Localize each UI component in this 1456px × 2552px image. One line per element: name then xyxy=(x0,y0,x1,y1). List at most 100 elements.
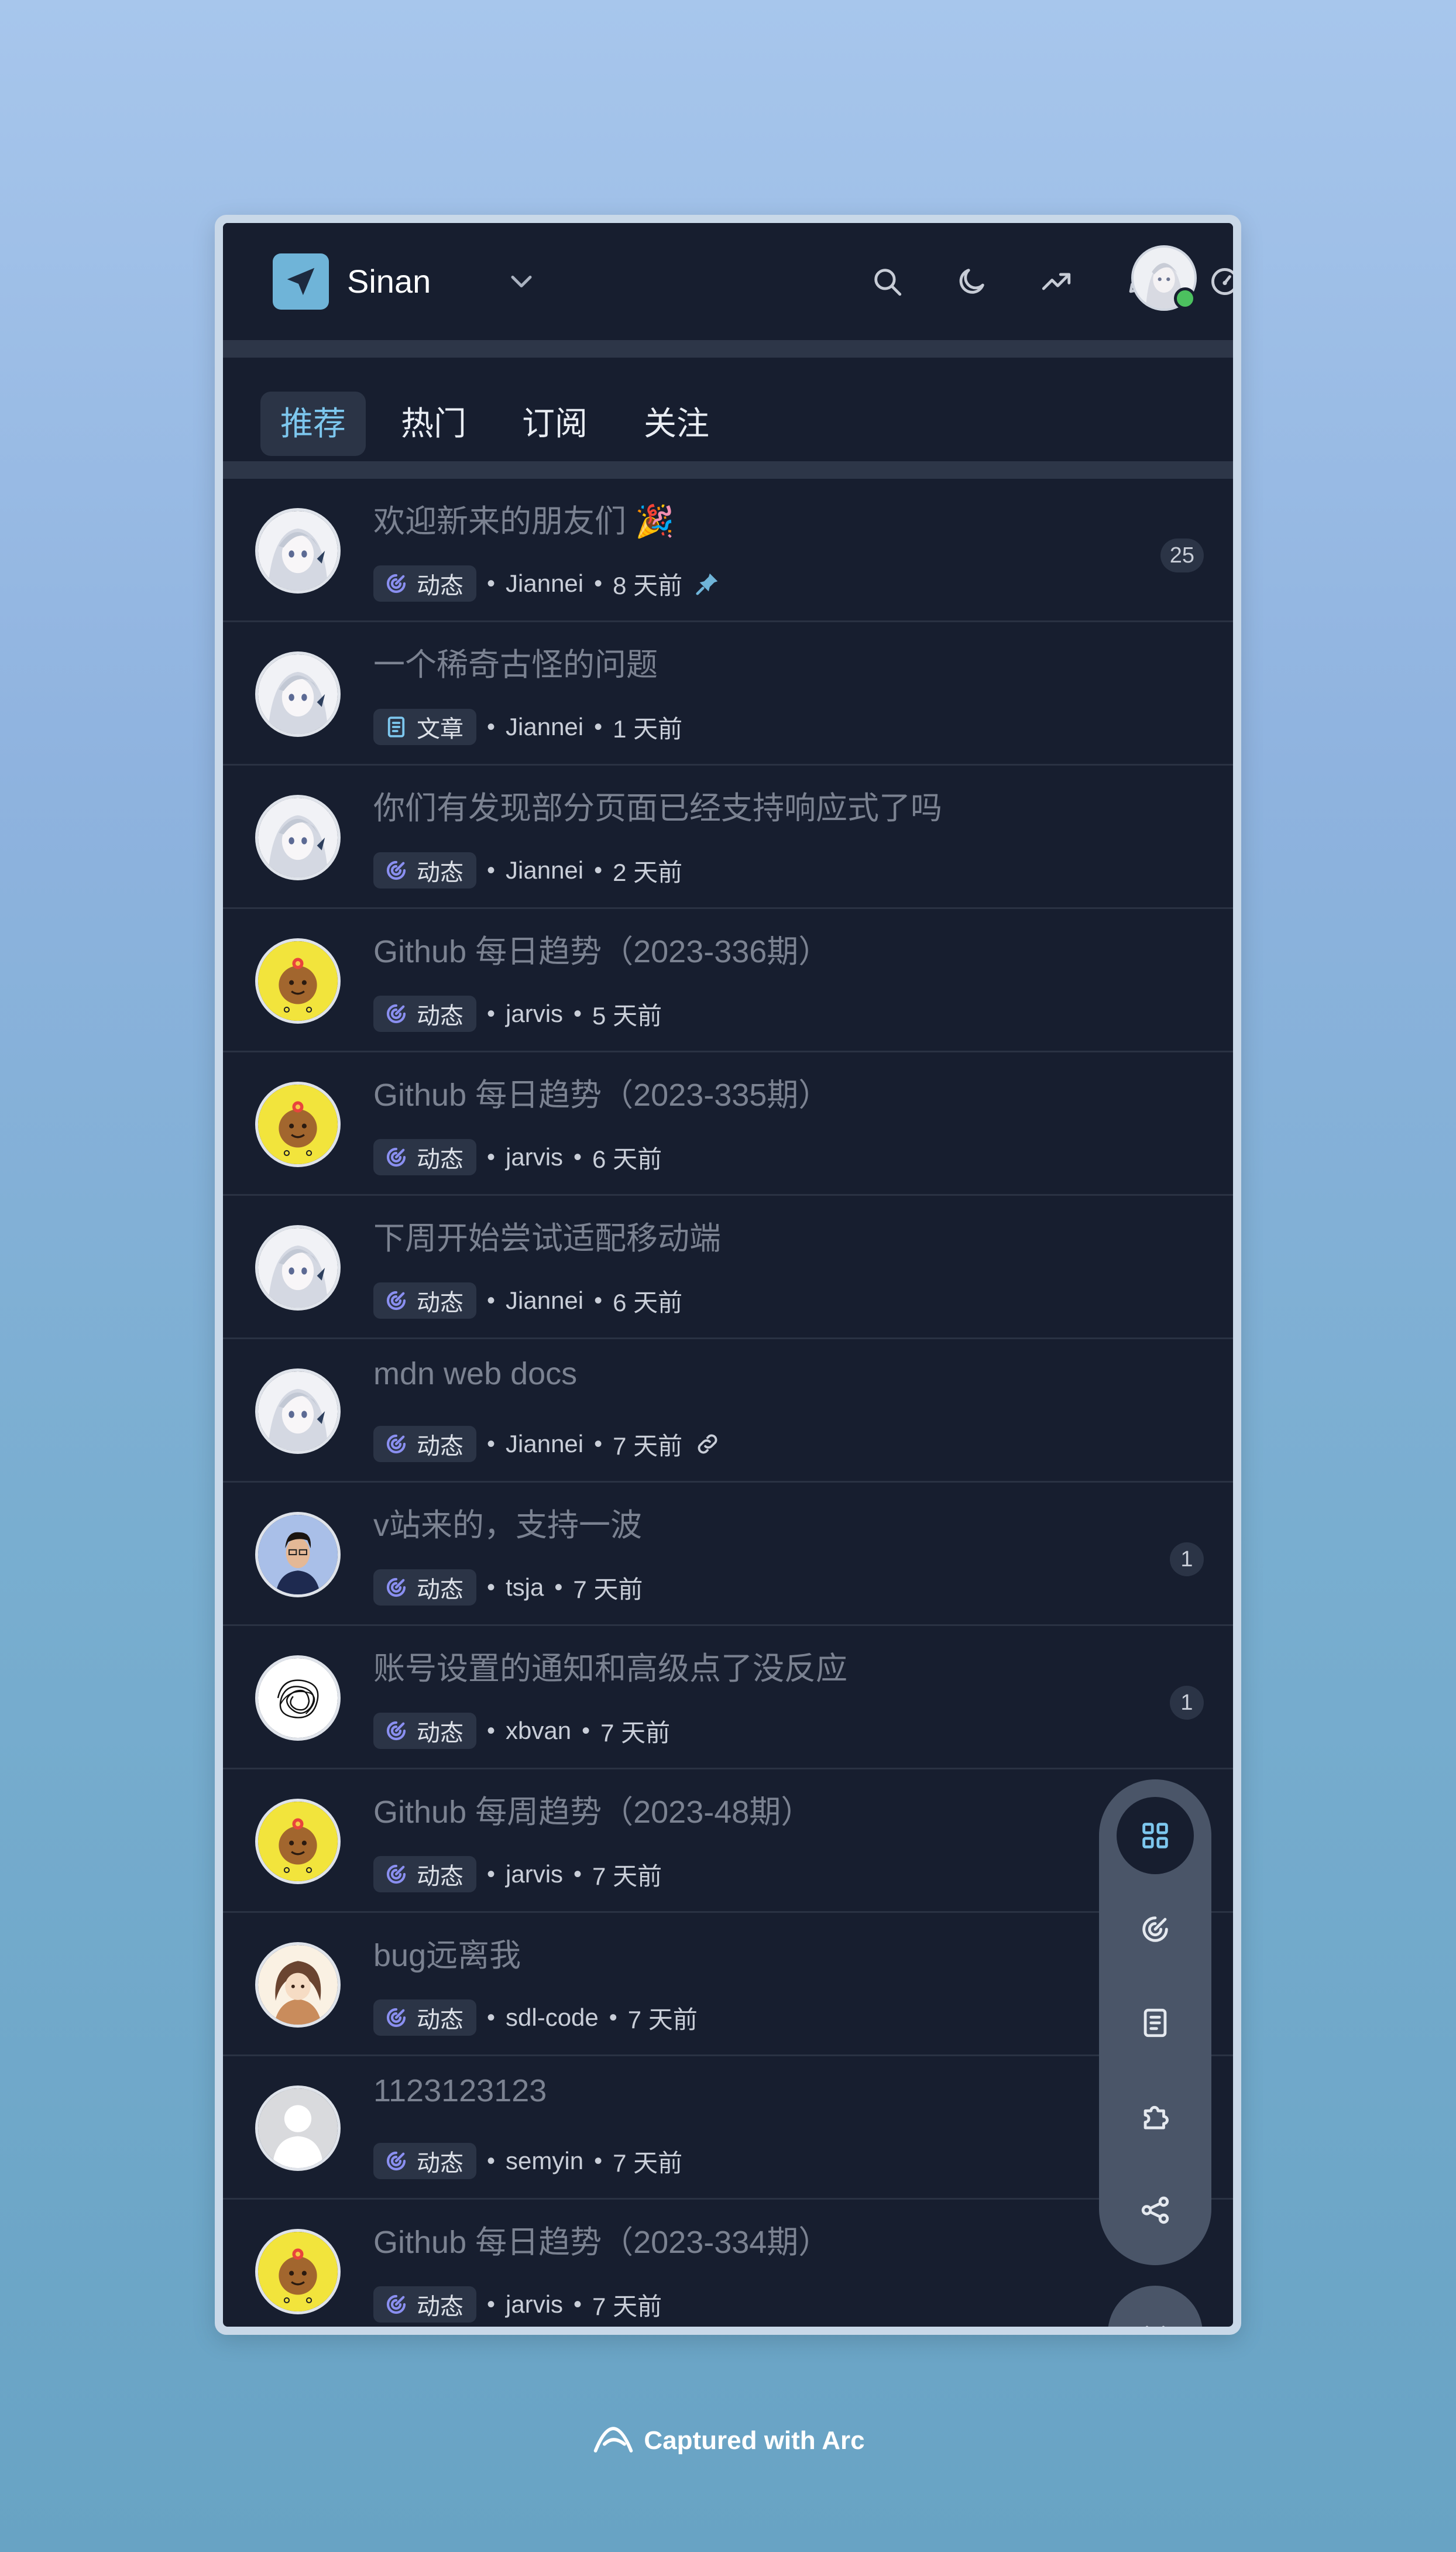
separator-dot: • xyxy=(487,1000,496,1027)
post-meta: 动态 • xbvan • 7 天前 xyxy=(373,1713,670,1749)
category-tag[interactable]: 动态 xyxy=(373,1139,476,1175)
author-avatar[interactable] xyxy=(255,1942,341,2028)
category-tag[interactable]: 动态 xyxy=(373,565,476,602)
author-avatar[interactable] xyxy=(255,1368,341,1454)
trending-icon[interactable] xyxy=(1034,259,1079,304)
category-tag[interactable]: 文章 xyxy=(373,709,476,745)
author-avatar[interactable] xyxy=(255,2085,341,2171)
feed-item[interactable]: Github 每日趋势（2023-334期） 动态 • jarvis • 7 天前 xyxy=(223,2200,1233,2327)
author-avatar[interactable] xyxy=(255,508,341,594)
author-avatar[interactable] xyxy=(255,651,341,737)
post-time: 2 天前 xyxy=(613,858,683,886)
author-avatar[interactable] xyxy=(255,795,341,880)
feed-item[interactable]: 欢迎新来的朋友们 🎉 动态 • Jiannei • 8 天前 25 xyxy=(223,479,1233,622)
feed-item[interactable]: v站来的，支持一波 动态 • tsja • 7 天前 1 xyxy=(223,1483,1233,1626)
category-tag[interactable]: 动态 xyxy=(373,996,476,1032)
separator-dot: • xyxy=(487,2148,496,2174)
puzzle-icon[interactable] xyxy=(1117,2078,1194,2155)
author-avatar[interactable] xyxy=(255,1799,341,1884)
author-avatar[interactable] xyxy=(255,938,341,1024)
post-title[interactable]: bug远离我 xyxy=(373,1929,521,1975)
app-logo[interactable] xyxy=(273,253,329,310)
feed-item[interactable]: mdn web docs 动态 • Jiannei • 7 天前 xyxy=(223,1339,1233,1483)
moon-icon[interactable] xyxy=(949,259,994,304)
category-tag[interactable]: 动态 xyxy=(373,852,476,889)
author-name[interactable]: jarvis xyxy=(506,1000,563,1028)
article-icon[interactable] xyxy=(1117,1984,1194,2062)
reply-count-badge: 1 xyxy=(1170,1686,1204,1720)
post-title[interactable]: Github 每周趋势（2023-48期） xyxy=(373,1786,812,1832)
tab-recommended[interactable]: 推荐 xyxy=(260,392,366,456)
separator-dot: • xyxy=(487,714,496,740)
feed-item[interactable]: 下周开始尝试适配移动端 动态 • Jiannei • 6 天前 xyxy=(223,1196,1233,1339)
feed-item[interactable]: 1123123123 动态 • semyin • 7 天前 xyxy=(223,2056,1233,2200)
author-name[interactable]: Jiannei xyxy=(506,713,583,741)
tab-following[interactable]: 关注 xyxy=(624,392,729,456)
author-name[interactable]: Jiannei xyxy=(506,1430,583,1458)
author-name[interactable]: tsja xyxy=(506,1573,544,1601)
author-name[interactable]: sdl-code xyxy=(506,2004,599,2032)
author-avatar[interactable] xyxy=(255,1082,341,1167)
post-title[interactable]: Github 每日趋势（2023-336期） xyxy=(373,925,830,972)
post-title[interactable]: v站来的，支持一波 xyxy=(373,1499,642,1545)
separator-dot: • xyxy=(487,1861,496,1887)
author-avatar[interactable] xyxy=(255,1512,341,1597)
category-tag[interactable]: 动态 xyxy=(373,1426,476,1462)
category-tag[interactable]: 动态 xyxy=(373,2143,476,2179)
chevron-down-icon[interactable] xyxy=(504,264,539,299)
category-tag[interactable]: 动态 xyxy=(373,1999,476,2036)
feed-item[interactable]: 你们有发现部分页面已经支持响应式了吗 动态 • Jiannei • 2 天前 xyxy=(223,766,1233,909)
separator-dot: • xyxy=(554,1574,563,1600)
moment-icon xyxy=(384,2005,417,2030)
feed-item[interactable]: 账号设置的通知和高级点了没反应动态 • xbvan • 7 天前 1 xyxy=(223,1626,1233,1769)
post-title[interactable]: Github 每日趋势（2023-334期） xyxy=(373,2216,830,2262)
feed-item[interactable]: 一个稀奇古怪的问题 文章 • Jiannei • 1 天前 xyxy=(223,622,1233,766)
post-time: 7 天前 xyxy=(627,2005,698,2033)
search-icon[interactable] xyxy=(865,259,909,304)
category-tag[interactable]: 动态 xyxy=(373,1713,476,1749)
category-tag[interactable]: 动态 xyxy=(373,1282,476,1319)
post-title[interactable]: 下周开始尝试适配移动端 xyxy=(373,1212,721,1258)
author-name[interactable]: jarvis xyxy=(506,1143,563,1171)
post-meta: 动态 • jarvis • 7 天前 xyxy=(373,2286,662,2323)
gauge-icon[interactable] xyxy=(1203,259,1233,304)
post-time: 8 天前 xyxy=(613,571,683,599)
category-tag[interactable]: 动态 xyxy=(373,2286,476,2323)
brand-name[interactable]: Sinan xyxy=(347,259,431,304)
feed-item[interactable]: bug远离我 动态 • sdl-code • 7 天前 xyxy=(223,1913,1233,2056)
author-name[interactable]: semyin xyxy=(506,2147,583,2175)
grid-icon[interactable] xyxy=(1117,1797,1194,1874)
feed-item[interactable]: Github 每日趋势（2023-336期） 动态 • jarvis • 5 天前 xyxy=(223,909,1233,1052)
post-title[interactable]: 欢迎新来的朋友们 🎉 xyxy=(373,495,674,541)
feed-item[interactable]: Github 每周趋势（2023-48期） 动态 • jarvis • 7 天前 xyxy=(223,1769,1233,1913)
share-icon[interactable] xyxy=(1117,2172,1194,2249)
tab-hot[interactable]: 热门 xyxy=(381,392,486,456)
author-name[interactable]: Jiannei xyxy=(506,1287,583,1315)
post-meta: 动态 • jarvis • 6 天前 xyxy=(373,1139,662,1175)
post-time: 7 天前 xyxy=(613,1432,683,1460)
tab-subscribed[interactable]: 订阅 xyxy=(502,392,607,456)
post-title[interactable]: 一个稀奇古怪的问题 xyxy=(373,639,658,685)
separator-dot: • xyxy=(574,2291,582,2317)
author-name[interactable]: jarvis xyxy=(506,1860,563,1888)
moment-icon[interactable] xyxy=(1117,1891,1194,1968)
category-tag[interactable]: 动态 xyxy=(373,1856,476,1892)
category-label: 动态 xyxy=(417,2007,463,2033)
author-avatar[interactable] xyxy=(255,2229,341,2314)
post-title[interactable]: 1123123123 xyxy=(373,2073,547,2109)
category-tag[interactable]: 动态 xyxy=(373,1569,476,1606)
author-name[interactable]: jarvis xyxy=(506,2290,563,2318)
post-title[interactable]: Github 每日趋势（2023-335期） xyxy=(373,1069,830,1115)
moment-icon xyxy=(384,1145,417,1169)
post-title[interactable]: 你们有发现部分页面已经支持响应式了吗 xyxy=(373,782,942,828)
author-avatar[interactable] xyxy=(255,1655,341,1741)
author-name[interactable]: xbvan xyxy=(506,1717,571,1745)
moment-icon xyxy=(384,2292,417,2317)
author-name[interactable]: Jiannei xyxy=(506,856,583,884)
post-title[interactable]: 账号设置的通知和高级点了没反应 xyxy=(373,1642,847,1689)
author-avatar[interactable] xyxy=(255,1225,341,1311)
feed-list: 欢迎新来的朋友们 🎉 动态 • Jiannei • 8 天前 25 一个稀奇古怪的问题 文章 • J… xyxy=(223,479,1233,2327)
feed-item[interactable]: Github 每日趋势（2023-335期） 动态 • jarvis • 6 天前 xyxy=(223,1052,1233,1196)
post-title[interactable]: mdn web docs xyxy=(373,1356,577,1392)
author-name[interactable]: Jiannei xyxy=(506,570,583,598)
